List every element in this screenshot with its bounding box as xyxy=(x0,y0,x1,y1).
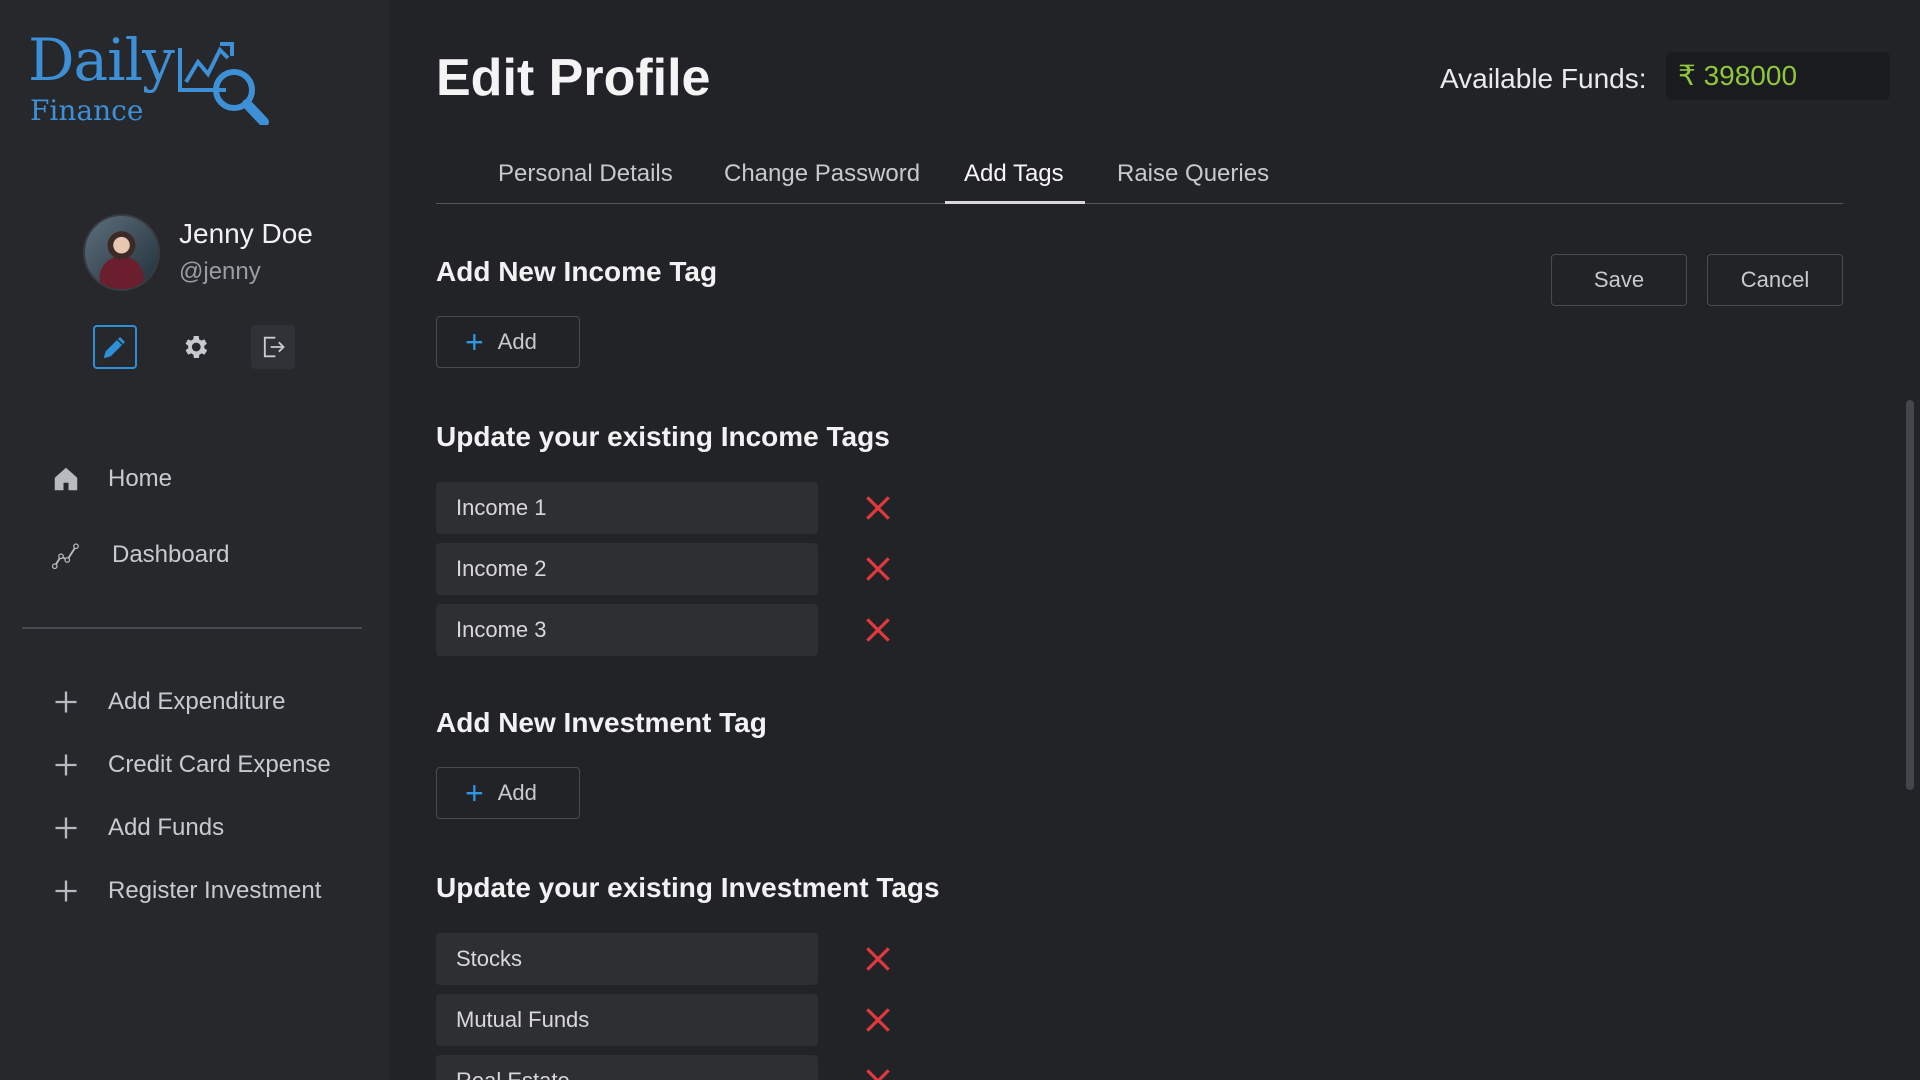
plus-icon: + xyxy=(465,324,484,360)
scrollbar-thumb[interactable] xyxy=(1906,400,1914,790)
cancel-button[interactable]: Cancel xyxy=(1707,254,1843,306)
add-income-tag-title: Add New Income Tag xyxy=(436,256,718,287)
sidebar-item-label: Dashboard xyxy=(112,541,230,568)
income-tag-row xyxy=(436,604,936,656)
investment-tag-row xyxy=(436,933,936,985)
income-tag-input[interactable] xyxy=(436,482,818,534)
plus-icon xyxy=(50,749,82,781)
settings-button[interactable] xyxy=(173,325,217,369)
sidebar-item-label: Add Expenditure xyxy=(108,688,286,715)
sidebar-divider xyxy=(22,627,362,629)
available-funds-value: ₹ 398000 xyxy=(1666,52,1890,100)
magnifier-chart-icon xyxy=(178,42,269,125)
income-tag-input[interactable] xyxy=(436,604,818,656)
sidebar-item-label: Home xyxy=(108,465,173,492)
active-tab-indicator xyxy=(945,201,1085,204)
income-tag-input[interactable] xyxy=(436,543,818,595)
investment-tag-input[interactable] xyxy=(436,933,818,985)
update-income-tags-title: Update your existing Income Tags xyxy=(436,421,890,452)
plus-icon xyxy=(50,686,82,718)
delete-icon[interactable] xyxy=(862,553,894,585)
tab-change-password[interactable]: Change Password xyxy=(724,160,920,188)
logout-button[interactable] xyxy=(251,325,295,369)
investment-tag-row xyxy=(436,1055,936,1080)
sidebar-item-add-funds[interactable]: Add Funds xyxy=(50,808,224,848)
update-investment-tags-title: Update your existing Investment Tags xyxy=(436,872,940,903)
tab-raise-queries[interactable]: Raise Queries xyxy=(1117,160,1269,188)
income-tag-row xyxy=(436,543,936,595)
sidebar-item-credit-card-expense[interactable]: Credit Card Expense xyxy=(50,745,331,785)
sidebar-item-label: Credit Card Expense xyxy=(108,751,331,778)
main-content: Edit Profile Available Funds: ₹ 398000 P… xyxy=(436,0,1890,1080)
avatar[interactable] xyxy=(83,214,160,291)
sidebar-item-register-investment[interactable]: Register Investment xyxy=(50,871,321,911)
user-handle: @jenny xyxy=(179,258,261,285)
add-button-label: Add xyxy=(497,780,537,805)
add-investment-tag-title: Add New Investment Tag xyxy=(436,707,767,738)
add-income-tag-button[interactable]: + Add xyxy=(436,316,580,368)
chart-icon xyxy=(50,539,82,571)
sidebar: Daily Finance Jenny Doe @jenny Home Dash… xyxy=(0,0,389,1080)
logout-icon xyxy=(263,336,285,358)
sidebar-item-label: Register Investment xyxy=(108,877,322,904)
logo-daily-text: Daily xyxy=(28,26,175,94)
income-tag-row xyxy=(436,482,936,534)
edit-profile-button[interactable] xyxy=(93,325,137,369)
home-icon xyxy=(50,463,82,495)
user-name: Jenny Doe xyxy=(179,218,313,249)
plus-icon xyxy=(50,812,82,844)
sidebar-item-dashboard[interactable]: Dashboard xyxy=(50,535,229,575)
sidebar-item-add-expenditure[interactable]: Add Expenditure xyxy=(50,682,285,722)
sidebar-item-label: Add Funds xyxy=(108,814,225,841)
add-investment-tag-button[interactable]: + Add xyxy=(436,767,580,819)
tab-personal-details[interactable]: Personal Details xyxy=(498,160,673,188)
delete-icon[interactable] xyxy=(862,614,894,646)
delete-icon[interactable] xyxy=(862,1004,894,1036)
logo-finance-text: Finance xyxy=(30,94,144,127)
profile-tabs: Personal Details Change Password Add Tag… xyxy=(436,150,1843,204)
gear-icon xyxy=(185,336,208,358)
add-button-label: Add xyxy=(497,329,537,354)
plus-icon xyxy=(50,875,82,907)
tab-add-tags[interactable]: Add Tags xyxy=(964,160,1064,188)
delete-icon[interactable] xyxy=(862,492,894,524)
page-title: Edit Profile xyxy=(436,49,711,107)
app-logo[interactable]: Daily Finance xyxy=(28,26,278,127)
investment-tag-input[interactable] xyxy=(436,994,818,1046)
delete-icon[interactable] xyxy=(862,943,894,975)
investment-tag-row xyxy=(436,994,936,1046)
pencil-icon xyxy=(103,337,125,359)
save-button[interactable]: Save xyxy=(1551,254,1687,306)
available-funds-label: Available Funds: xyxy=(1440,63,1647,94)
delete-icon[interactable] xyxy=(862,1065,894,1080)
sidebar-item-home[interactable]: Home xyxy=(50,459,172,499)
plus-icon: + xyxy=(465,775,484,811)
investment-tag-input[interactable] xyxy=(436,1055,818,1080)
